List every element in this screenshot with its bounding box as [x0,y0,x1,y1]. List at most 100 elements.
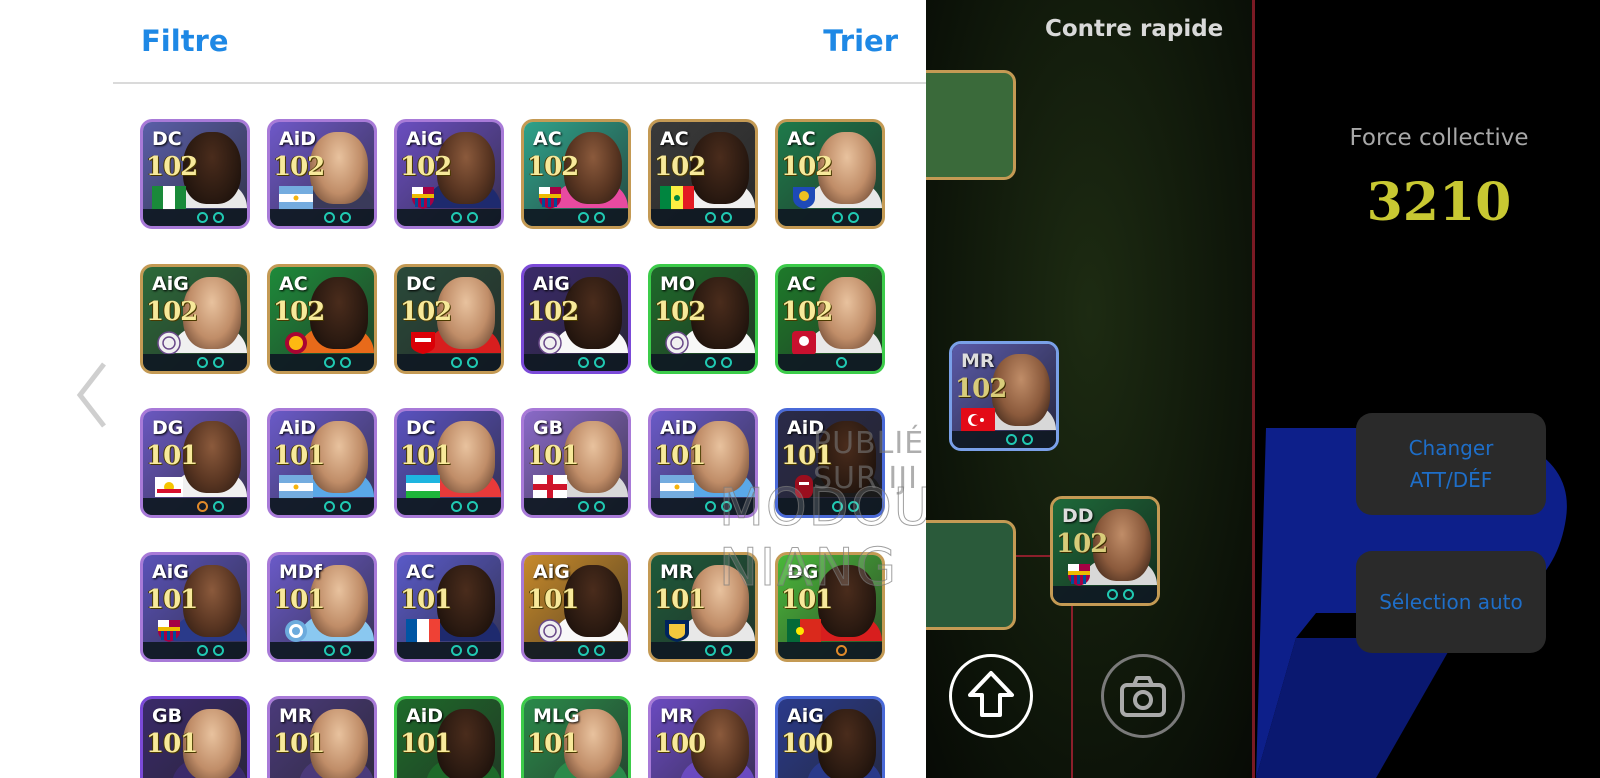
player-rating: 102 [527,152,579,182]
player-card[interactable]: AiG 100 [775,696,885,778]
player-card[interactable]: AiD 102 [267,119,377,229]
player-card[interactable]: AiD 101 [394,696,504,778]
player-card[interactable]: AiG 101 [521,552,631,662]
auto-select-button[interactable]: Sélection auto [1356,551,1546,653]
skill-bar [952,431,1056,448]
skill-bar [397,498,501,515]
sort-button[interactable]: Trier [823,24,898,58]
chevron-left-icon[interactable] [72,360,112,430]
player-card[interactable]: MO 102 [648,264,758,374]
skill-dot-icon [848,212,859,223]
player-card[interactable]: MLG 101 [521,696,631,778]
player-position: MDf [279,561,322,583]
skill-dot-icon [340,501,351,512]
player-rating: 101 [654,585,706,615]
player-rating: 101 [527,441,579,471]
player-position: AiD [406,705,443,727]
player-card[interactable]: DC 102 [394,264,504,374]
club-blue-flag-icon [787,186,821,210]
player-position: GB [533,417,564,439]
player-card[interactable]: AiD 101 [267,408,377,518]
upload-button[interactable] [949,654,1033,738]
player-rating: 102 [654,297,706,327]
player-position: AC [279,273,308,295]
skill-dot-icon [467,357,478,368]
player-position: AiG [152,273,189,295]
pitch-card-partial[interactable] [926,520,1016,630]
club-white-flag-icon [533,619,567,643]
barcelona-flag-icon [406,186,440,210]
player-card[interactable]: GB 101 [521,408,631,518]
skill-bar [778,209,882,226]
player-card[interactable]: AiD 101 [648,408,758,518]
player-position: MO [660,273,696,295]
player-position: AC [660,128,689,150]
skill-dot-icon [705,501,716,512]
player-card[interactable]: GB 101 [140,696,250,778]
camera-icon [1120,676,1166,717]
player-card[interactable]: DG 101 [775,552,885,662]
player-rating: 101 [273,585,325,615]
skill-bar [143,354,247,371]
player-position: MR [279,705,313,727]
player-rating: 102 [146,297,198,327]
skill-dot-icon [467,501,478,512]
switch-att-def-button[interactable]: Changer ATT/DÉF [1356,413,1546,515]
turkey-flag-icon [961,408,995,432]
club-redbull-flag-icon [152,475,186,499]
club-red2-flag-icon [787,475,821,499]
pitch-card-partial[interactable] [926,70,1016,180]
player-rating: 102 [527,297,579,327]
player-position: AiD [787,417,824,439]
screenshot-button[interactable] [1101,654,1185,738]
player-card[interactable]: AiG 102 [394,119,504,229]
player-position: DC [406,417,436,439]
skill-dot-icon [340,645,351,656]
pitch-player-card[interactable]: DD 102 [1050,496,1160,606]
player-card[interactable]: MR 101 [648,552,758,662]
skill-bar [270,209,374,226]
player-rating: 102 [273,297,325,327]
formation-area: MR 102 DD 102 Contre rapide Force collec… [926,0,1600,778]
player-card[interactable]: AC 102 [648,119,758,229]
player-rating: 102 [400,297,452,327]
player-card[interactable]: AiG 102 [140,264,250,374]
skill-bar [270,642,374,659]
player-rating: 102 [654,152,706,182]
player-card[interactable]: AC 102 [267,264,377,374]
skill-bar [524,209,628,226]
skill-dot-icon [578,501,589,512]
player-card[interactable]: AC 102 [775,119,885,229]
skill-dot-icon [721,212,732,223]
skill-dot-icon [340,357,351,368]
player-card[interactable]: DC 101 [394,408,504,518]
skill-bar [397,354,501,371]
skill-dot-icon [451,645,462,656]
pitch-player-card[interactable]: MR 102 [949,341,1059,451]
player-position: AC [787,128,816,150]
skill-bar [1053,586,1157,603]
player-card[interactable]: AC 101 [394,552,504,662]
filter-button[interactable]: Filtre [141,24,229,58]
skill-dot-icon [578,212,589,223]
skill-bar [778,498,882,515]
player-card[interactable]: MR 101 [267,696,377,778]
player-card[interactable]: MR 100 [648,696,758,778]
skill-bar [524,642,628,659]
player-card[interactable]: AiG 102 [521,264,631,374]
skill-dot-icon [340,212,351,223]
player-card[interactable]: AiD 101 [775,408,885,518]
player-card[interactable]: MDf 101 [267,552,377,662]
skill-dot-icon [721,357,732,368]
player-list-panel: Filtre Trier DC 102 AiD 102 AiG 102 AC 1… [113,0,926,778]
panel-header: Filtre Trier [113,0,926,84]
argentina-flag-icon [660,475,694,499]
player-card[interactable]: AiG 101 [140,552,250,662]
player-card[interactable]: DG 101 [140,408,250,518]
player-rating: 102 [400,152,452,182]
skill-dot-icon [832,501,843,512]
player-card[interactable]: AC 102 [521,119,631,229]
player-position: DC [406,273,436,295]
player-card[interactable]: AC 102 [775,264,885,374]
player-card[interactable]: DC 102 [140,119,250,229]
